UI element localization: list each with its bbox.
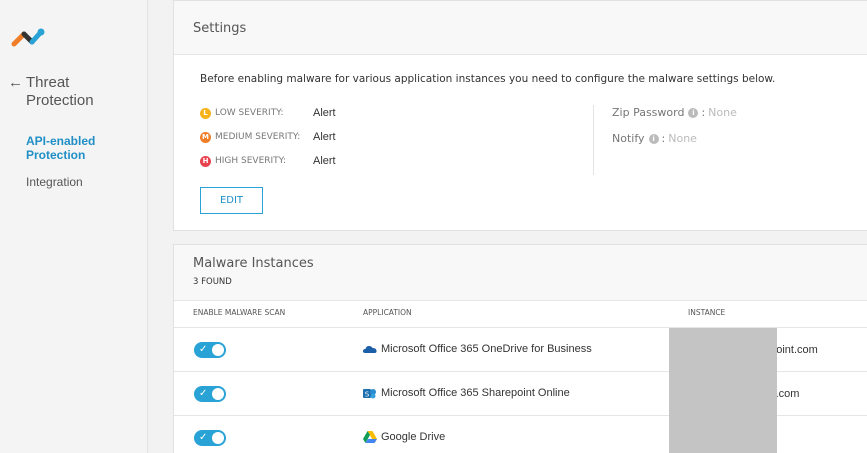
edit-button[interactable]: EDIT xyxy=(200,187,263,214)
check-icon: ✓ xyxy=(199,388,208,399)
zip-password-setting: Zip Password i: None xyxy=(612,106,737,119)
application-name: Microsoft Office 365 OneDrive for Busine… xyxy=(381,343,592,355)
column-header-enable-scan[interactable]: ENABLE MALWARE SCAN xyxy=(193,308,285,317)
notify-value: None xyxy=(668,132,697,145)
medium-severity-label: MEDIUM SEVERITY: xyxy=(215,132,301,142)
zip-password-label: Zip Password xyxy=(612,106,685,119)
low-severity-label: LOW SEVERITY: xyxy=(215,108,284,118)
sharepoint-icon: S xyxy=(363,389,376,399)
zip-password-value: None xyxy=(708,106,737,119)
column-header-instance[interactable]: INSTANCE xyxy=(688,308,725,317)
notify-setting: Notify i: None xyxy=(612,132,697,145)
svg-text:S: S xyxy=(365,391,370,399)
medium-severity-value: Alert xyxy=(313,131,336,143)
google-drive-icon xyxy=(363,431,377,443)
settings-description: Before enabling malware for various appl… xyxy=(200,73,776,85)
malware-scan-toggle[interactable]: ✓ xyxy=(194,386,226,402)
settings-title: Settings xyxy=(174,1,867,55)
back-arrow-icon[interactable]: ← xyxy=(8,74,24,92)
application-cell: S Microsoft Office 365 Sharepoint Online xyxy=(363,387,570,399)
high-severity-value: Alert xyxy=(313,155,336,167)
instances-header: Malware Instances 3 FOUND xyxy=(174,245,867,301)
notify-label: Notify xyxy=(612,132,645,145)
check-icon: ✓ xyxy=(199,344,208,355)
check-icon: ✓ xyxy=(199,432,208,443)
app-logo-icon[interactable] xyxy=(8,24,48,50)
malware-scan-toggle[interactable]: ✓ xyxy=(194,342,226,358)
high-severity-icon: H xyxy=(200,155,211,167)
sidebar-item-integration[interactable]: Integration xyxy=(26,175,83,189)
low-severity-icon: L xyxy=(200,107,211,119)
settings-panel: Settings Before enabling malware for var… xyxy=(173,0,867,231)
onedrive-icon xyxy=(363,346,377,353)
info-icon[interactable]: i xyxy=(688,107,699,118)
sidebar-section-title[interactable]: Threat Protection xyxy=(26,74,136,110)
settings-divider xyxy=(593,105,594,175)
instances-title: Malware Instances xyxy=(193,256,314,271)
low-severity-value: Alert xyxy=(313,107,336,119)
sidebar: ← Threat Protection API-enabled Protecti… xyxy=(0,0,148,453)
medium-severity-row: M MEDIUM SEVERITY: Alert xyxy=(200,130,336,144)
low-severity-row: L LOW SEVERITY: Alert xyxy=(200,106,336,120)
malware-scan-toggle[interactable]: ✓ xyxy=(194,430,226,446)
application-name: Microsoft Office 365 Sharepoint Online xyxy=(381,387,570,399)
sidebar-item-api-enabled-protection[interactable]: API-enabled Protection xyxy=(26,134,136,162)
medium-severity-icon: M xyxy=(200,131,211,143)
application-name: Google Drive xyxy=(381,431,446,443)
instances-count: 3 FOUND xyxy=(193,277,232,287)
column-header-application[interactable]: APPLICATION xyxy=(363,308,412,317)
info-icon[interactable]: i xyxy=(648,133,659,144)
redacted-area xyxy=(669,328,777,453)
application-cell: Microsoft Office 365 OneDrive for Busine… xyxy=(363,343,592,355)
high-severity-label: HIGH SEVERITY: xyxy=(215,156,287,166)
application-cell: Google Drive xyxy=(363,431,445,443)
high-severity-row: H HIGH SEVERITY: Alert xyxy=(200,154,336,168)
